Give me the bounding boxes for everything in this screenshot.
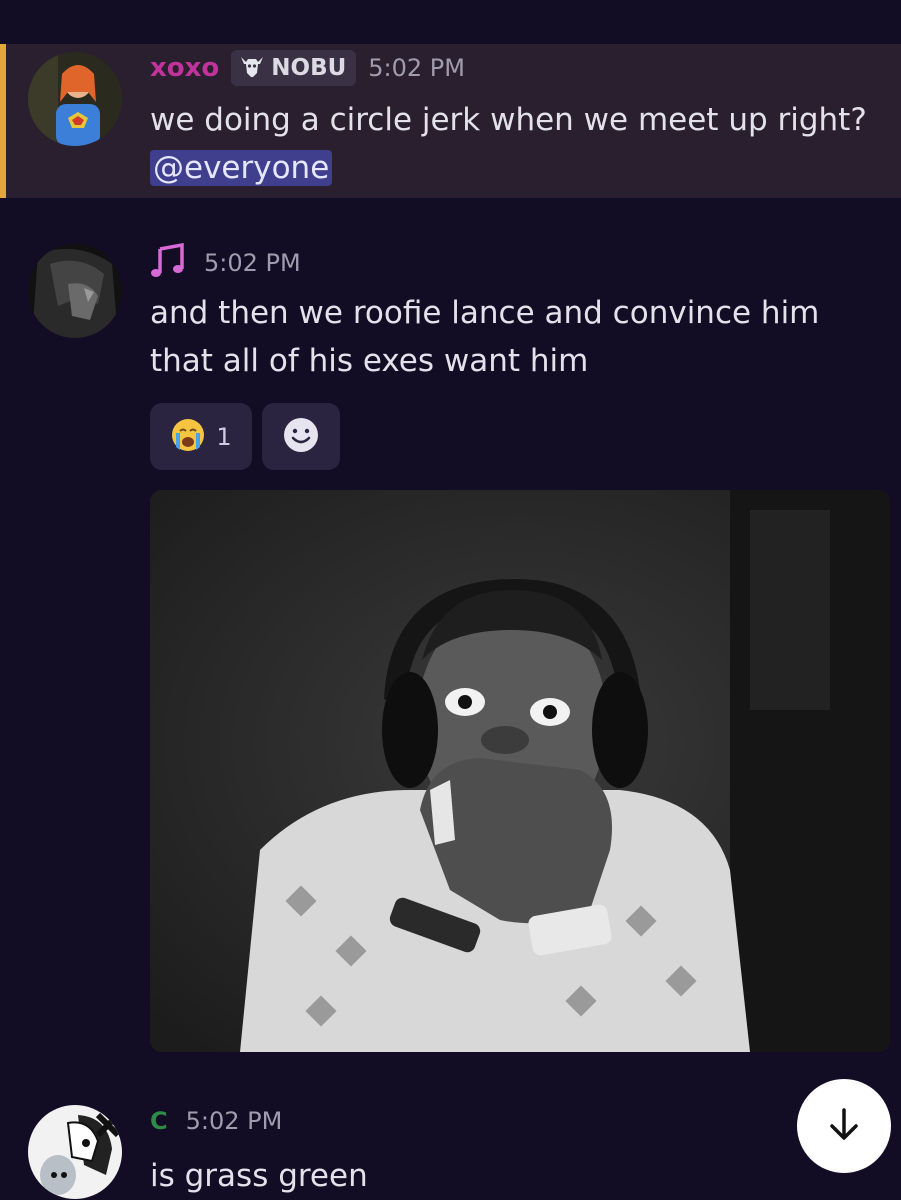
message-line: we doing a circle jerk when we meet up r…: [150, 102, 867, 138]
image-attachment[interactable]: [150, 490, 890, 1052]
message-text: is grass green: [150, 1152, 368, 1200]
reaction-count: 1: [216, 422, 232, 451]
avatar-xoxo[interactable]: [28, 52, 122, 146]
avatar-music-user[interactable]: [28, 244, 122, 338]
message-text: we doing a circle jerk when we meet up r…: [150, 96, 867, 192]
username[interactable]: xoxo: [150, 53, 219, 83]
arrow-down-icon: [824, 1104, 864, 1148]
message-line: is grass green: [150, 1158, 368, 1194]
server-tag[interactable]: NOBU: [231, 50, 357, 86]
message-header: C 5:02 PM: [150, 1107, 282, 1135]
avatar-c[interactable]: [28, 1105, 122, 1199]
timestamp: 5:02 PM: [368, 54, 465, 82]
server-tag-label: NOBU: [271, 55, 347, 81]
reaction-crying[interactable]: 1: [150, 403, 252, 470]
message-header: 5:02 PM: [150, 242, 301, 283]
timestamp: 5:02 PM: [185, 1107, 283, 1135]
jump-to-bottom-button[interactable]: [797, 1079, 891, 1173]
mention-everyone[interactable]: @everyone: [150, 150, 333, 186]
add-reaction-button[interactable]: [262, 403, 340, 470]
message-text: and then we roofie lance and convince hi…: [150, 289, 819, 385]
music-note-icon[interactable]: [150, 242, 186, 283]
loudly-crying-face-icon: [170, 417, 206, 457]
username[interactable]: C: [150, 1107, 168, 1135]
message-line: that all of his exes want him: [150, 343, 589, 379]
timestamp: 5:02 PM: [204, 249, 301, 277]
goat-skull-icon: [239, 53, 265, 83]
mention-highlight-bar: [0, 44, 6, 198]
message-line: and then we roofie lance and convince hi…: [150, 295, 820, 331]
message-header: xoxo NOBU 5:02 PM: [150, 50, 465, 86]
add-reaction-smiley-icon: [282, 416, 320, 458]
